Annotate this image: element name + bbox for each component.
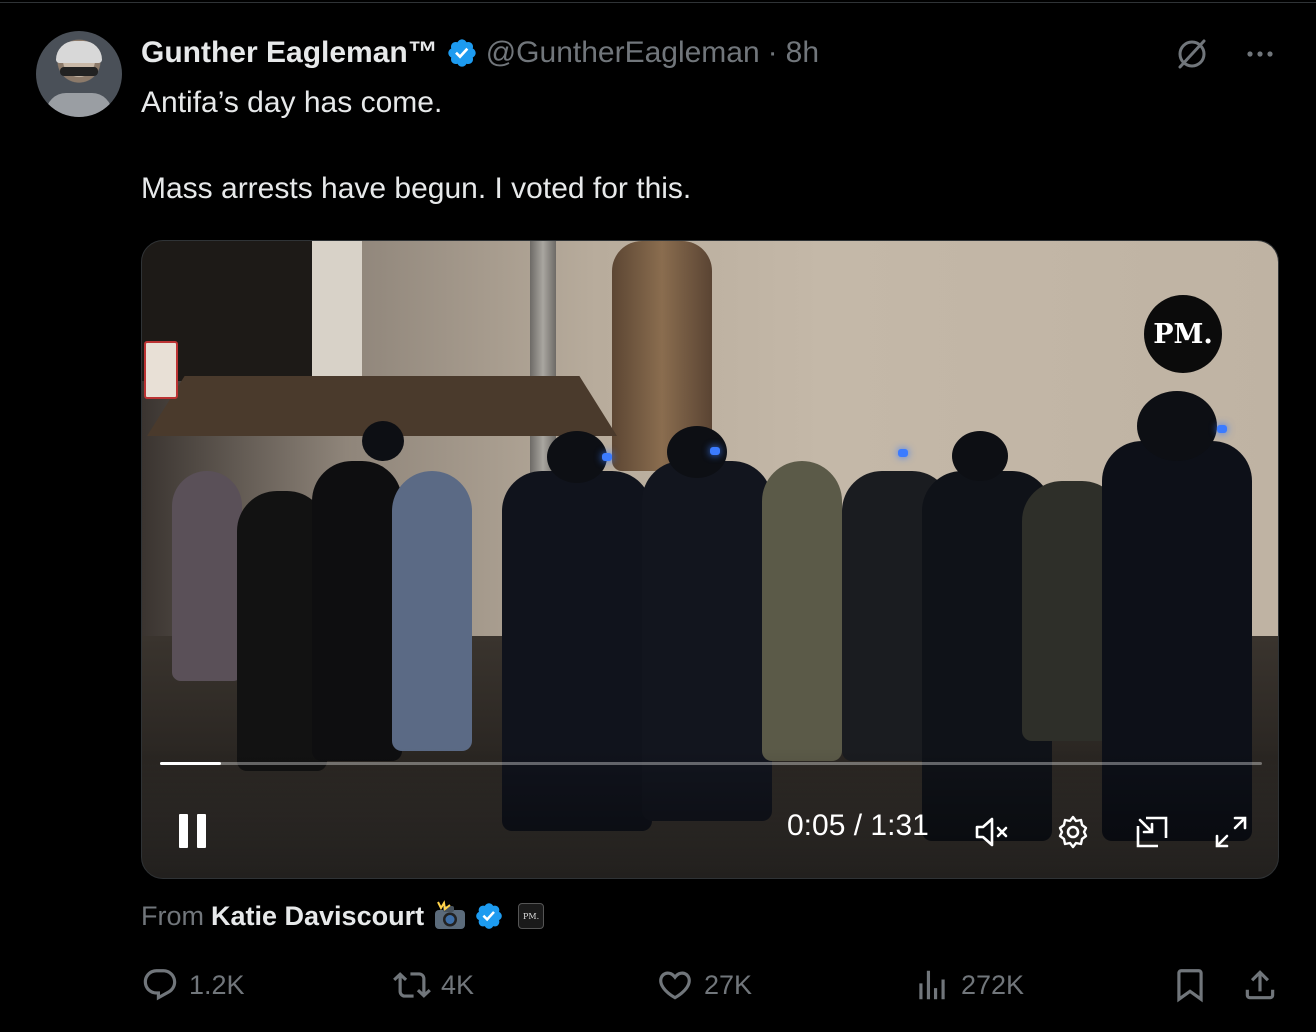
reply-button[interactable]: 1.2K [141,962,245,1008]
repost-count: 4K [441,969,475,1000]
top-divider [0,2,1316,3]
tweet-header: Gunther Eagleman™ @GuntherEagleman · 8h [141,34,819,72]
header-separator: · [767,36,778,69]
video-timecode: 0:05 / 1:31 [787,809,929,843]
share-button[interactable] [1241,962,1279,1008]
time-total: 1:31 [870,809,929,842]
time-current: 0:05 [787,809,846,842]
pause-icon[interactable] [172,811,212,851]
bookmark-icon [1177,969,1203,1003]
camera-flash-emoji-icon [435,900,466,929]
video-player[interactable]: PM. 0:05 / 1:31 [141,240,1279,879]
repost-icon [393,972,431,998]
more-options-icon[interactable] [1244,38,1276,70]
grok-icon[interactable] [1174,36,1210,72]
bookmark-button[interactable] [1171,962,1209,1008]
reply-count: 1.2K [189,969,245,1000]
like-button[interactable]: 27K [656,962,752,1008]
source-verified-badge-icon[interactable] [474,901,504,931]
pm-affiliate-badge[interactable]: PM. [518,903,545,929]
video-source-attribution: From Katie Daviscourt PM. [141,897,545,935]
video-progress-fill [160,762,221,765]
tweet-actions-bar: 1.2K 4K 27K 272K [141,962,1279,1008]
settings-icon[interactable] [1053,812,1093,852]
tweet-text-line-2: Mass arrests have begun. I voted for thi… [141,172,692,205]
tweet-time[interactable]: 8h [786,36,819,70]
like-count: 27K [704,969,753,1000]
avatar[interactable] [36,31,122,117]
time-separator: / [853,809,863,842]
header-actions [1174,36,1276,72]
repost-button[interactable]: 4K [393,962,474,1008]
source-author-name[interactable]: Katie Daviscourt [211,901,424,932]
verified-badge-icon[interactable] [446,37,478,69]
author-handle[interactable]: @GuntherEagleman [486,36,760,70]
from-label: From [141,900,204,931]
pip-icon[interactable] [1132,812,1172,852]
reply-icon [143,969,177,1001]
views-button[interactable]: 272K [913,962,1024,1008]
pm-watermark: PM. [1144,295,1222,373]
heart-icon [659,971,691,1000]
fullscreen-icon[interactable] [1211,812,1251,852]
tweet-text: Antifa’s day has come. Mass arrests have… [141,83,691,209]
author-name[interactable]: Gunther Eagleman™ [141,36,438,70]
views-chart-icon [919,970,945,1000]
controls-overlay [142,748,1278,878]
video-progress-bar[interactable] [160,762,1262,765]
share-icon [1245,970,1275,1000]
mute-icon[interactable] [971,812,1011,852]
tweet-text-line-1: Antifa’s day has come. [141,86,443,119]
views-count: 272K [961,969,1025,1000]
